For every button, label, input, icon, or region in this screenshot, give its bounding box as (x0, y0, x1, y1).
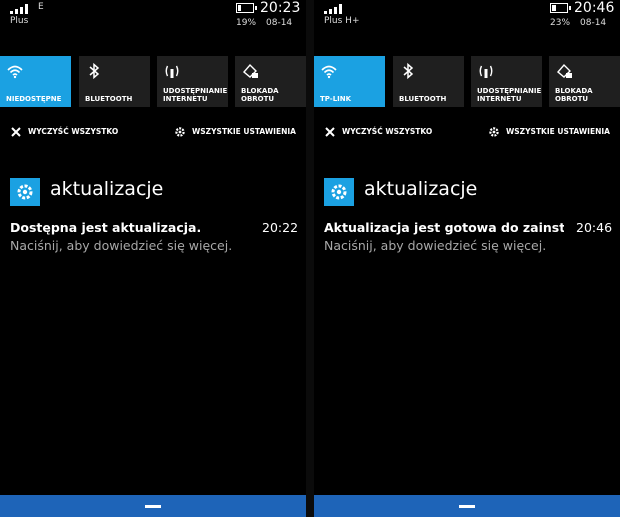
app-settings-icon (10, 178, 40, 206)
status-bar: Plus H+ 20:46 23% 08-14 (314, 0, 620, 40)
all-settings-button[interactable]: WSZYSTKIE USTAWIENIA (174, 124, 300, 140)
battery-icon (236, 3, 258, 15)
battery-icon (550, 3, 572, 15)
quick-action-label: BLOKADA OBROTU (555, 87, 593, 103)
quick-action-label: BLOKADA OBROTU (241, 87, 279, 103)
action-center-left: E Plus 20:23 19% 08-14 NIEDOSTĘPNE BLUET… (0, 0, 306, 517)
clear-all-label: WYCZYŚĆ WSZYSTKO (342, 127, 433, 136)
action-center-bottom-bar[interactable] (314, 495, 620, 517)
quick-action-wifi[interactable]: NIEDOSTĘPNE (0, 56, 71, 107)
hotspot-icon (479, 65, 493, 78)
notification-body[interactable]: Naciśnij, aby dowiedzieć się więcej. (324, 238, 546, 253)
quick-action-hotspot[interactable]: UDOSTĘPNIANIE INTERNETU (157, 56, 228, 107)
quick-action-bluetooth[interactable]: BLUETOOTH (79, 56, 150, 107)
clock-date: 08-14 (580, 18, 607, 28)
quick-action-label: TP-LINK (320, 95, 352, 103)
all-settings-label: WSZYSTKIE USTAWIENIA (192, 127, 296, 136)
notification-time: 20:46 (576, 220, 613, 235)
notification-title[interactable]: Dostępna jest aktualizacja. (10, 220, 250, 235)
close-icon (11, 127, 21, 137)
quick-action-label: BLUETOOTH (85, 95, 133, 103)
notification-time: 20:22 (262, 220, 299, 235)
quick-action-hotspot[interactable]: UDOSTĘPNIANIE INTERNETU (471, 56, 542, 107)
quick-action-label: UDOSTĘPNIANIE INTERNETU (163, 87, 228, 103)
clear-all-button[interactable]: WYCZYŚĆ WSZYSTKO (10, 124, 150, 140)
all-settings-button[interactable]: WSZYSTKIE USTAWIENIA (488, 124, 614, 140)
drag-handle[interactable] (459, 505, 475, 508)
app-settings-icon (324, 178, 354, 206)
close-icon (325, 127, 335, 137)
quick-action-rotation-lock[interactable]: BLOKADA OBROTU (235, 56, 306, 107)
clock-time: 20:46 (574, 0, 615, 16)
quick-action-label: UDOSTĘPNIANIE INTERNETU (477, 87, 542, 103)
wifi-icon (321, 65, 337, 79)
carrier-name: Plus H+ (324, 16, 360, 26)
signal-strength-icon (10, 4, 32, 14)
carrier-name: Plus (10, 16, 29, 26)
action-center-right: Plus H+ 20:46 23% 08-14 TP-LINK BLUETOOT… (314, 0, 620, 517)
quick-action-rotation-lock[interactable]: BLOKADA OBROTU (549, 56, 620, 107)
notification-body[interactable]: Naciśnij, aby dowiedzieć się więcej. (10, 238, 232, 253)
quick-action-label: BLUETOOTH (399, 95, 447, 103)
wifi-icon (7, 65, 23, 79)
quick-action-bluetooth[interactable]: BLUETOOTH (393, 56, 464, 107)
clock-time: 20:23 (260, 0, 301, 16)
panel-divider (306, 0, 314, 517)
hotspot-icon (165, 65, 179, 78)
clock-date: 08-14 (266, 18, 293, 28)
clear-all-label: WYCZYŚĆ WSZYSTKO (28, 127, 119, 136)
drag-handle[interactable] (145, 505, 161, 508)
notification-app-name: aktualizacje (50, 178, 164, 200)
all-settings-label: WSZYSTKIE USTAWIENIA (506, 127, 610, 136)
gear-icon (175, 127, 185, 137)
clear-all-button[interactable]: WYCZYŚĆ WSZYSTKO (324, 124, 464, 140)
notification-title[interactable]: Aktualizacja jest gotowa do zainst (324, 220, 564, 235)
bluetooth-icon (403, 62, 414, 80)
rotation-lock-icon (243, 63, 258, 78)
battery-percent: 19% (236, 18, 257, 28)
status-bar: E Plus 20:23 19% 08-14 (0, 0, 306, 40)
gear-icon (489, 127, 499, 137)
quick-action-wifi[interactable]: TP-LINK (314, 56, 385, 107)
network-type: E (38, 2, 44, 12)
notification-app-name: aktualizacje (364, 178, 478, 200)
signal-strength-icon (324, 4, 346, 14)
battery-percent: 23% (550, 18, 571, 28)
action-center-bottom-bar[interactable] (0, 495, 306, 517)
bluetooth-icon (89, 62, 100, 80)
quick-action-label: NIEDOSTĘPNE (6, 95, 62, 103)
rotation-lock-icon (557, 63, 572, 78)
